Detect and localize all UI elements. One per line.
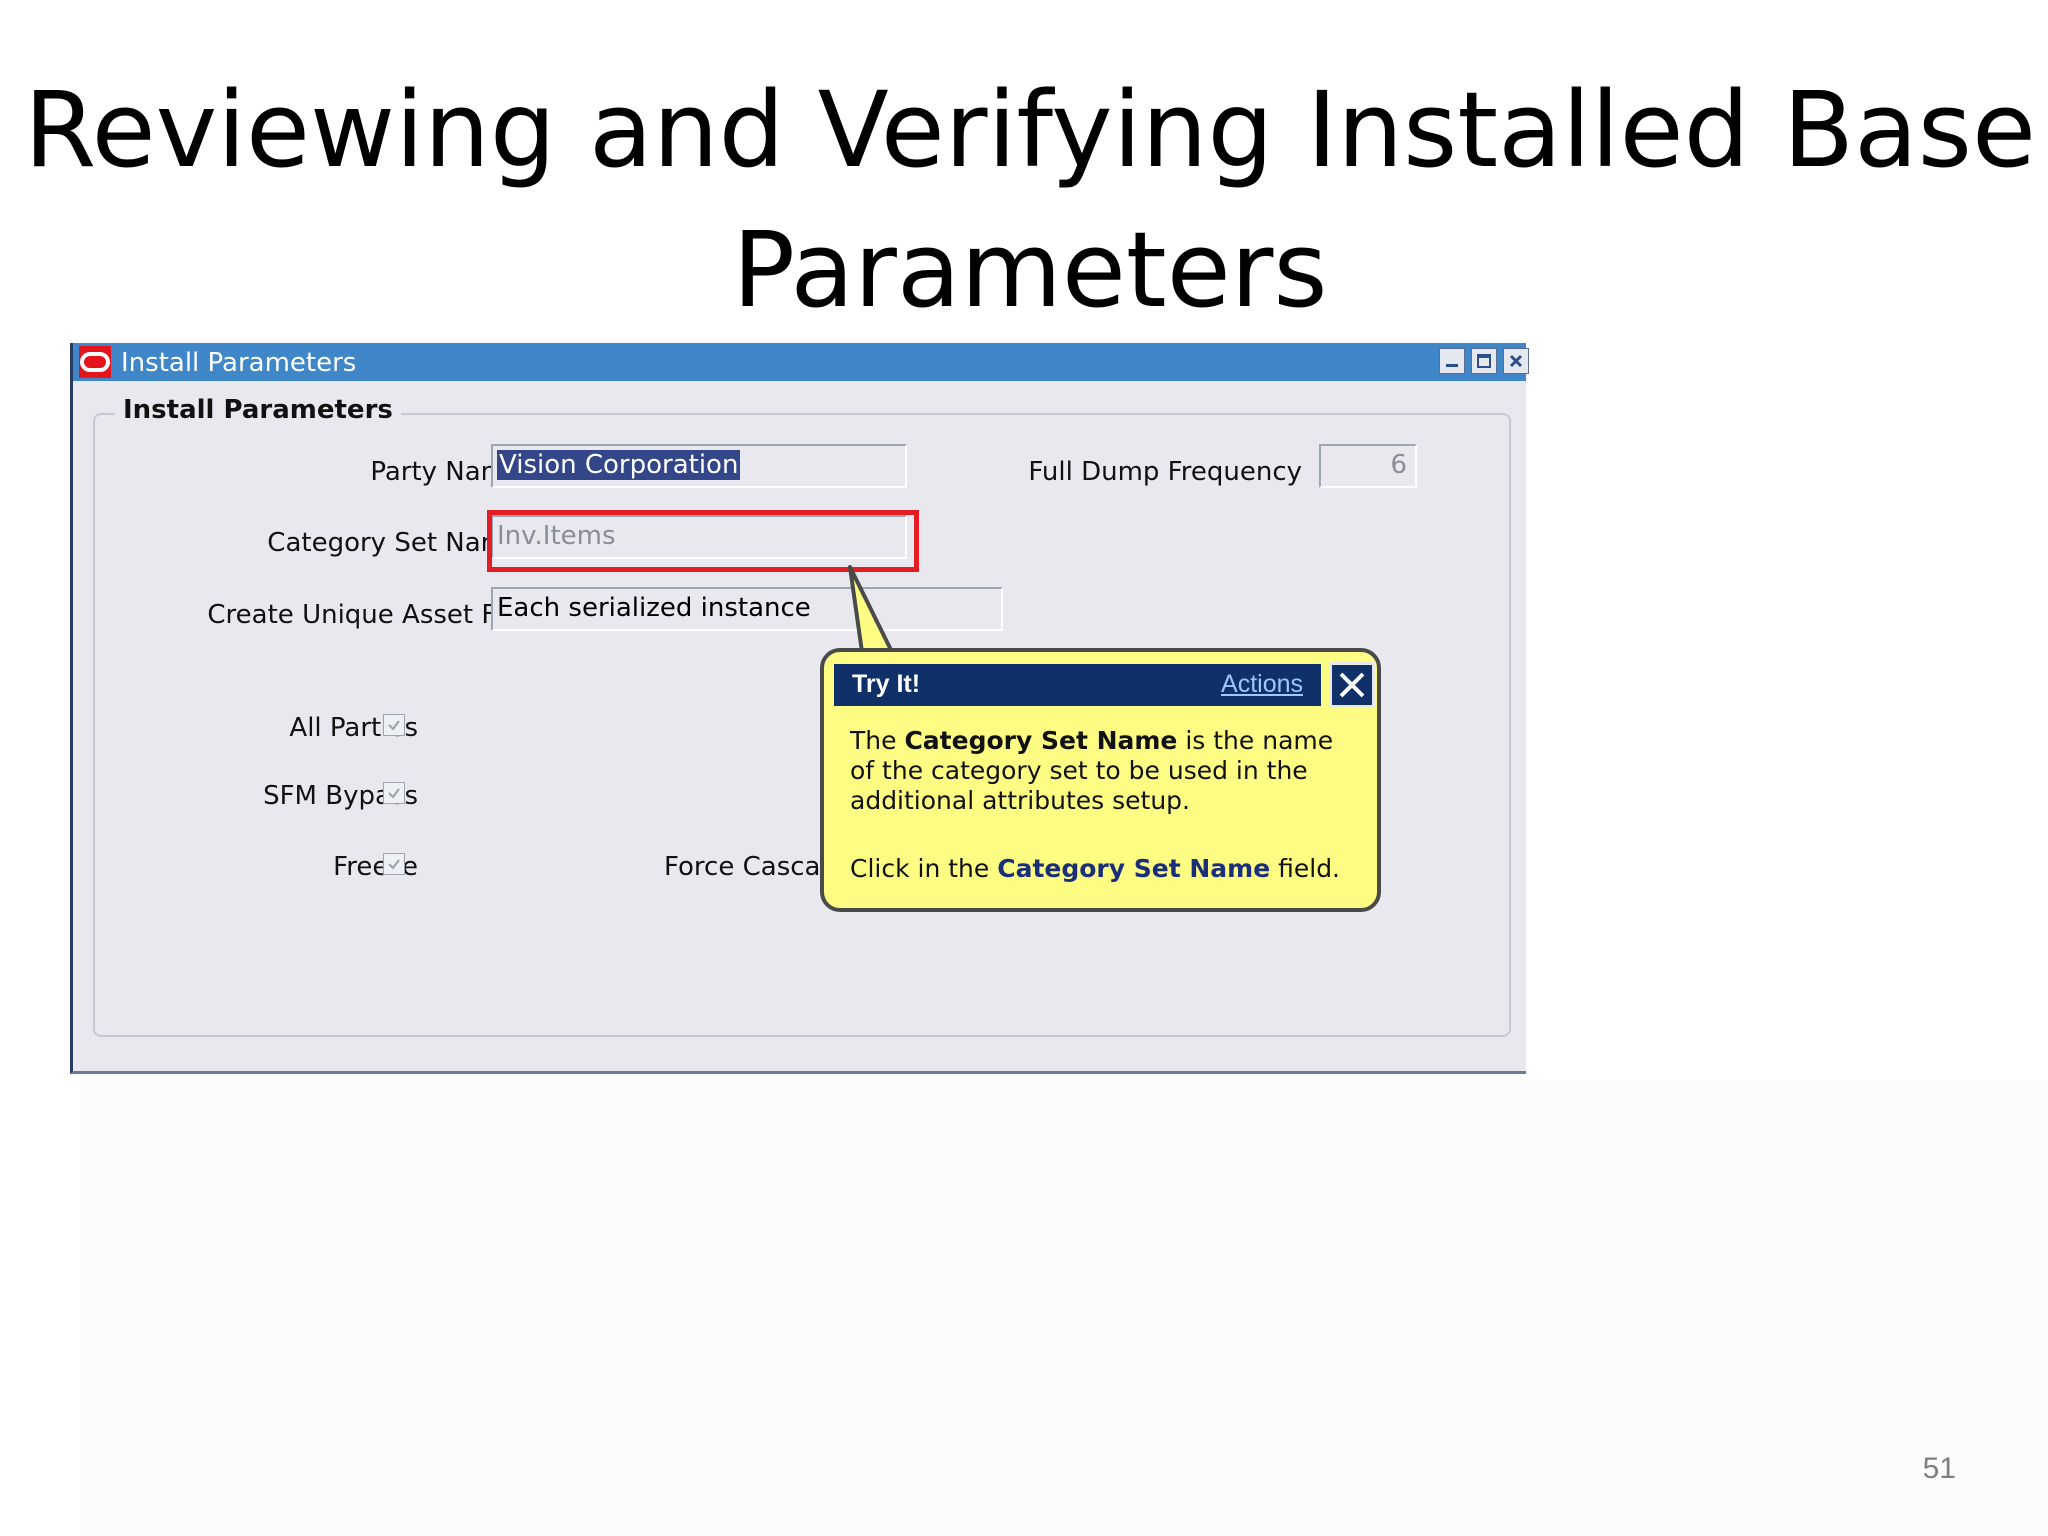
- sfm-bypass-checkbox[interactable]: [383, 782, 405, 804]
- party-name-value: Vision Corporation: [497, 450, 741, 480]
- checkmark-icon: [388, 788, 400, 799]
- oracle-logo-icon: [79, 346, 111, 378]
- balloon-text-pre: The: [850, 726, 905, 755]
- balloon-close-icon[interactable]: [1329, 662, 1375, 708]
- slide-title-line-2: Parameters: [732, 209, 1328, 331]
- balloon-header: Try It! Actions: [834, 664, 1321, 706]
- all-parties-checkbox[interactable]: [383, 714, 405, 736]
- force-cascade-label: Force Casca: [664, 852, 821, 882]
- balloon-instr-pre: Click in the: [850, 854, 998, 883]
- page-number: 51: [1922, 1452, 1956, 1485]
- group-label: Install Parameters: [115, 395, 401, 425]
- full-dump-frequency-field[interactable]: 6: [1319, 444, 1417, 488]
- party-name-field[interactable]: Vision Corporation: [491, 444, 907, 488]
- close-icon[interactable]: [1503, 348, 1529, 374]
- slide-title: Reviewing and Verifying Installed Base P…: [0, 60, 2048, 340]
- checkmark-icon: [388, 859, 400, 870]
- balloon-text-bold: Category Set Name: [904, 726, 1178, 755]
- balloon-instr-bold: Category Set Name: [997, 854, 1271, 883]
- balloon-instruction: Click in the Category Set Name field.: [850, 854, 1340, 883]
- create-unique-asset-label: Create Unique Asset For: [207, 600, 522, 630]
- balloon-instr-post: field.: [1270, 854, 1341, 883]
- slide-title-line-1: Reviewing and Verifying Installed Base: [24, 69, 2036, 191]
- category-set-highlight-box: [487, 510, 919, 572]
- slide-lower-background: [80, 1080, 2048, 1536]
- try-it-balloon: Try It! Actions The Category Set Name is…: [820, 648, 1381, 912]
- full-dump-frequency-label: Full Dump Frequency: [1028, 457, 1302, 487]
- minimize-icon[interactable]: [1439, 348, 1465, 374]
- window-title: Install Parameters: [121, 348, 357, 378]
- freeze-checkbox[interactable]: [383, 853, 405, 875]
- checkmark-icon: [388, 720, 400, 731]
- category-set-name-label: Category Set Name: [267, 528, 522, 558]
- maximize-icon[interactable]: [1471, 348, 1497, 374]
- freeze-label: Freeze: [333, 852, 418, 882]
- window-titlebar[interactable]: Install Parameters: [73, 343, 1529, 381]
- create-unique-asset-field[interactable]: Each serialized instance: [491, 587, 1003, 631]
- balloon-description: The Category Set Name is the name of the…: [850, 726, 1360, 816]
- balloon-title: Try It!: [852, 670, 921, 698]
- balloon-actions-link[interactable]: Actions: [1221, 670, 1303, 699]
